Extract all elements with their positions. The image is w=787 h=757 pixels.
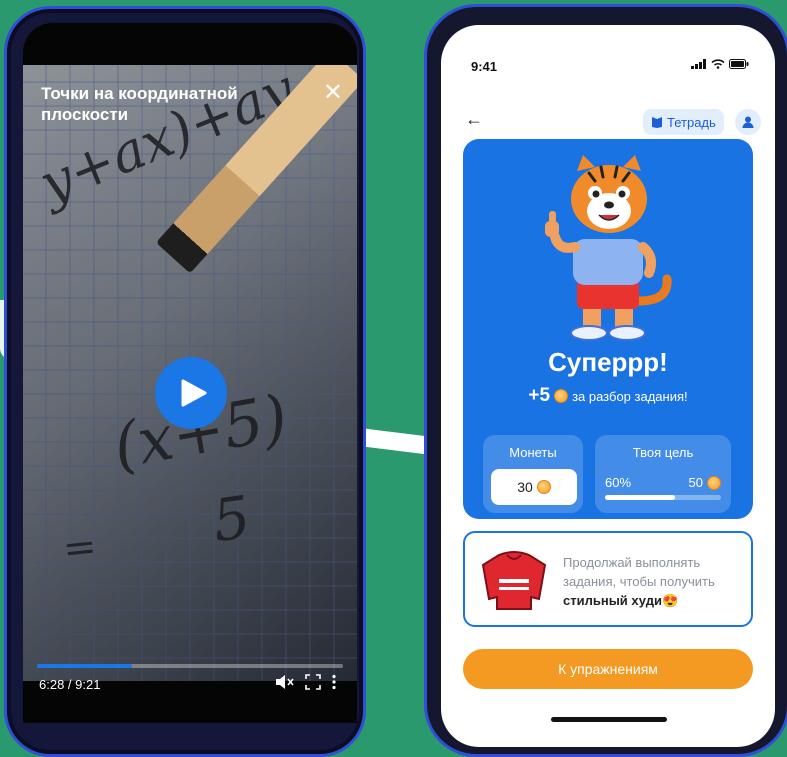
letterbox-top: [23, 23, 357, 65]
user-icon: [742, 116, 754, 128]
coin-icon: [707, 475, 721, 490]
heart-eyes-emoji-icon: 😍: [661, 593, 679, 608]
goal-title: Твоя цель: [632, 445, 694, 460]
play-icon: [181, 379, 206, 407]
fullscreen-icon[interactable]: [305, 674, 321, 695]
to-exercises-button[interactable]: К упражнениям: [463, 649, 753, 689]
goal-target-value: 50: [688, 475, 703, 490]
video-screen: y+ax)+ay (x+5) 5 = Точки на координатной…: [23, 23, 357, 723]
reward-line: +5 за разбор задания!: [463, 385, 753, 407]
hoodie-illustration: [481, 551, 547, 610]
goal-panel: Твоя цель 60% 50: [595, 435, 731, 513]
goal-target: 50: [689, 475, 721, 490]
video-progress-fill: [37, 664, 132, 668]
goal-progress-bar: [605, 495, 721, 500]
video-progress-bar[interactable]: [37, 664, 343, 668]
signal-icon: [691, 59, 706, 69]
coins-panel: Монеты 30: [483, 435, 583, 513]
home-indicator[interactable]: [551, 717, 667, 722]
goal-percent: 60%: [605, 475, 632, 490]
video-time: 6:28 / 9:21: [39, 677, 101, 692]
battery-icon: [729, 59, 749, 69]
lesson-screen: 9:41 ← Тетрадь Суперрр! +5 за разбор зад…: [441, 25, 775, 747]
coins-title: Монеты: [509, 445, 557, 460]
coin-icon: [554, 389, 569, 403]
phone-frame-video: y+ax)+ay (x+5) 5 = Точки на координатной…: [4, 6, 366, 757]
reward-text: за разбор задания!: [572, 388, 688, 404]
play-button[interactable]: [155, 357, 227, 429]
coins-value: 30: [517, 479, 533, 495]
coin-icon: [536, 480, 551, 494]
status-bar-time: 9:41: [471, 59, 498, 74]
profile-button[interactable]: [735, 109, 761, 135]
close-icon[interactable]: ✕: [323, 81, 343, 105]
notebook-button[interactable]: Тетрадь: [643, 109, 724, 135]
back-arrow-icon[interactable]: ←: [465, 109, 483, 130]
reward-headline: Суперрр!: [548, 347, 668, 377]
notebook-icon: [652, 117, 662, 128]
video-title: Точки на координатной плоскости: [41, 84, 238, 124]
coins-value-box: 30: [491, 469, 577, 505]
handwriting-decoration: =: [60, 523, 99, 573]
reward-card: Суперрр! +5 за разбор задания! Монеты 30…: [463, 139, 753, 519]
phone-frame-lesson: 9:41 ← Тетрадь Суперрр! +5 за разбор зад…: [424, 4, 787, 757]
goal-progress-fill: [605, 495, 675, 500]
promo-card[interactable]: Продолжай выполнять задания, чтобы получ…: [463, 531, 753, 627]
promo-text-main: Продолжай выполнять задания, чтобы получ…: [563, 555, 715, 589]
more-vertical-icon[interactable]: [331, 674, 337, 695]
wifi-icon: [711, 59, 725, 69]
notebook-label: Тетрадь: [667, 114, 716, 130]
reward-amount: +5: [528, 385, 551, 406]
promo-text: Продолжай выполнять задания, чтобы получ…: [563, 553, 743, 610]
handwriting-decoration: 5: [208, 482, 255, 556]
tiger-mascot-illustration: [545, 155, 672, 341]
volume-mute-icon[interactable]: [275, 674, 295, 695]
status-bar-icons: [691, 59, 749, 69]
promo-text-strong: стильный худи: [563, 593, 662, 608]
